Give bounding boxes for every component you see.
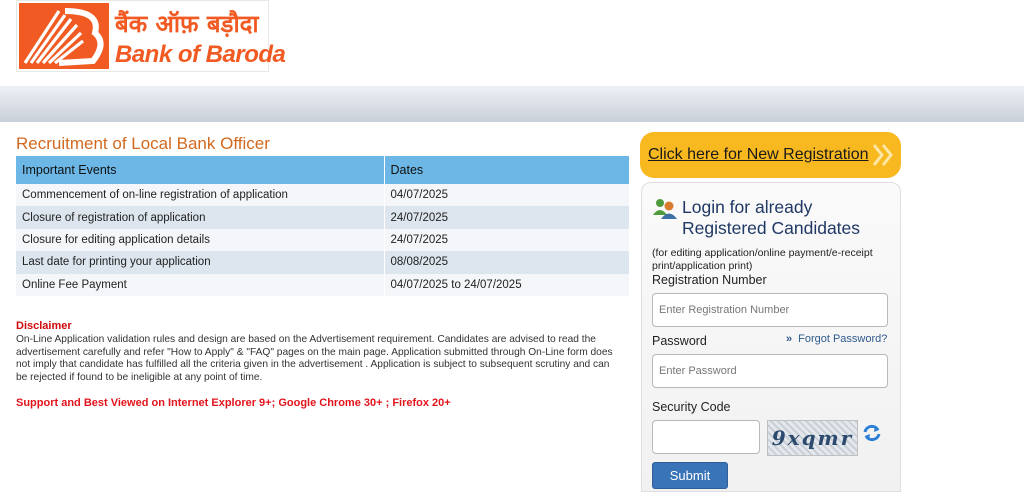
login-note: (for editing application/online payment/…: [652, 247, 873, 272]
page-title: Recruitment of Local Bank Officer: [16, 134, 270, 153]
refresh-icon[interactable]: [862, 423, 882, 443]
event-name: Commencement of on-line registration of …: [16, 184, 385, 207]
event-date: 04/07/2025: [384, 184, 630, 207]
table-row: Commencement of on-line registration of …: [16, 184, 630, 207]
password-input[interactable]: [652, 354, 888, 388]
event-name: Last date for printing your application: [16, 251, 385, 274]
users-icon: [653, 199, 677, 219]
security-code-label: Security Code: [652, 400, 731, 414]
security-code-input[interactable]: [652, 420, 760, 454]
forgot-password-text[interactable]: Forgot Password?: [798, 333, 887, 345]
page-header: बैंक ऑफ़ बड़ौदा Bank of Baroda: [0, 0, 1024, 86]
table-row: Online Fee Payment 04/07/2025 to 24/07/2…: [16, 273, 630, 296]
table-row: Closure of registration of application 2…: [16, 206, 630, 229]
event-date: 08/08/2025: [384, 251, 630, 274]
forgot-password-link[interactable]: » Forgot Password?: [786, 333, 887, 345]
login-panel: Login for already Registered Candidates …: [641, 182, 901, 492]
header-band: [0, 86, 1024, 122]
event-date: 24/07/2025: [384, 228, 630, 252]
password-label: Password: [652, 334, 707, 348]
submit-button[interactable]: Submit: [652, 462, 728, 489]
event-date: 24/07/2025: [384, 206, 630, 229]
double-chevron-right-icon: »: [786, 333, 793, 345]
event-date: 04/07/2025 to 24/07/2025: [384, 273, 630, 296]
disclaimer-title: Disclaimer: [16, 320, 72, 332]
browser-support-note: Support and Best Viewed on Internet Expl…: [16, 397, 451, 409]
new-registration-link[interactable]: Click here for New Registration: [648, 146, 869, 164]
login-title: Login for already Registered Candidates: [682, 197, 861, 238]
event-name: Online Fee Payment: [16, 273, 385, 296]
registration-number-label: Registration Number: [652, 273, 767, 287]
logo-hindi-text: बैंक ऑफ़ बड़ौदा: [115, 10, 259, 38]
important-events-table: Important Events Dates Commencement of o…: [16, 156, 630, 296]
event-name: Closure of registration of application: [16, 206, 385, 229]
bank-logo[interactable]: बैंक ऑफ़ बड़ौदा Bank of Baroda: [16, 0, 286, 72]
captcha-image: 9xqmr: [767, 420, 858, 456]
table-row: Last date for printing your application …: [16, 251, 630, 274]
registration-number-input[interactable]: [652, 293, 888, 327]
bank-of-baroda-logo-icon: [19, 3, 109, 69]
disclaimer-text: On-Line Application validation rules and…: [16, 334, 613, 383]
event-name: Closure for editing application details: [16, 228, 385, 252]
captcha-text: 9xqmr: [771, 426, 854, 450]
new-registration-button[interactable]: Click here for New Registration: [640, 132, 901, 178]
column-header-events: Important Events: [16, 156, 385, 184]
logo-english-text: Bank of Baroda: [115, 41, 286, 68]
column-header-dates: Dates: [384, 156, 630, 184]
table-row: Closure for editing application details …: [16, 228, 630, 252]
table-header-row: Important Events Dates: [16, 156, 630, 184]
double-chevron-right-icon: [872, 144, 893, 166]
